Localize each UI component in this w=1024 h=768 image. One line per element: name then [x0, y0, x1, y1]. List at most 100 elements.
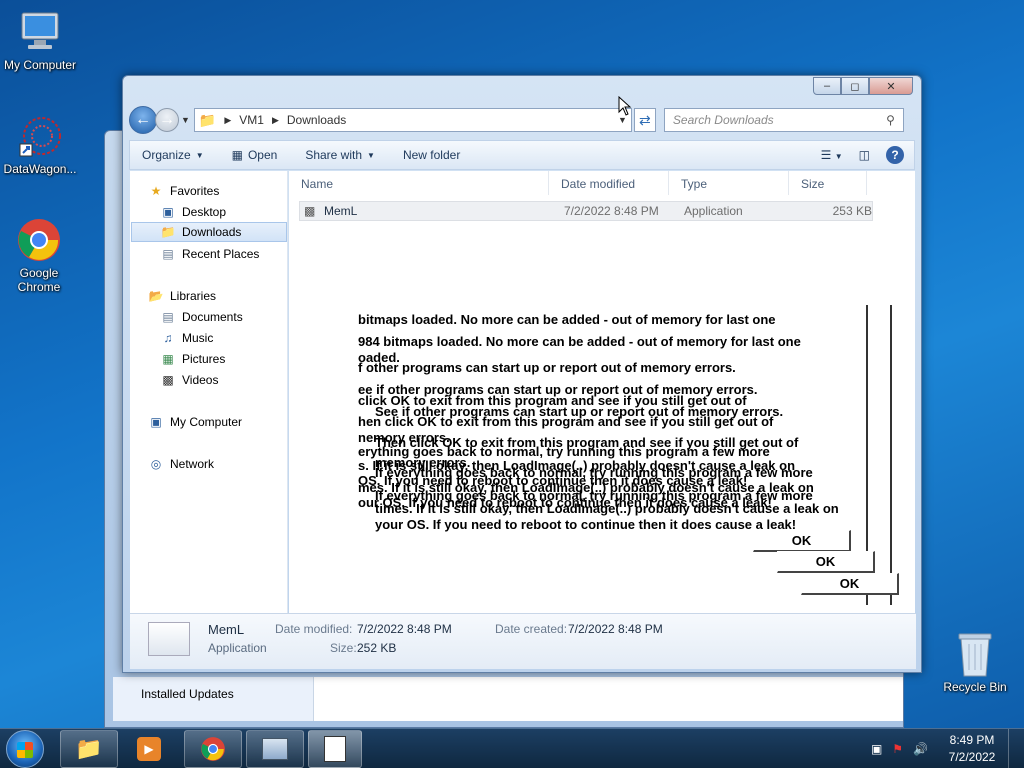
nav-network[interactable]: ◎ Network	[148, 454, 214, 474]
nav-label: Downloads	[182, 225, 242, 239]
column-size[interactable]: Size	[789, 171, 867, 195]
nav-label: Music	[182, 331, 214, 345]
nav-label: My Computer	[170, 415, 243, 429]
message-line: bitmaps loaded. No more can be added - o…	[358, 312, 776, 327]
recent-pages-dropdown[interactable]: ▼	[181, 115, 190, 125]
nav-documents[interactable]: ▤ Documents	[160, 307, 243, 327]
folder-icon: 📁	[198, 111, 217, 128]
media-player-icon: ▶	[137, 737, 161, 761]
desktop-icon-my-computer[interactable]: My Computer	[0, 8, 80, 72]
start-button[interactable]	[6, 730, 44, 768]
maximize-button[interactable]: ◻	[841, 77, 869, 95]
clock[interactable]: 8:49 PM 7/2/2022	[942, 732, 1002, 766]
change-view-button[interactable]: ☰ ▼	[821, 148, 843, 162]
network-tray-icon[interactable]: ▣	[871, 742, 882, 756]
nav-downloads[interactable]: 📁 Downloads	[131, 222, 287, 242]
close-button[interactable]: ✕	[869, 77, 913, 95]
chevron-down-icon[interactable]: ▼	[618, 115, 627, 125]
nav-label: Desktop	[182, 205, 227, 219]
address-bar[interactable]: 📁 ▶ VM1 ▶ Downloads ▼	[193, 108, 632, 132]
computer-icon: ▣	[150, 415, 162, 429]
share-with-button[interactable]: Share with ▼	[305, 148, 375, 162]
chevron-down-icon: ▼	[834, 152, 843, 161]
nav-pictures[interactable]: ▦ Pictures	[160, 349, 225, 369]
details-date-modified: 7/2/2022 8:48 PM	[357, 622, 452, 636]
nav-libraries[interactable]: 📂 Libraries	[148, 286, 217, 306]
system-tray: ▣ ⚑ 🔊 8:49 PM 7/2/2022	[871, 729, 1018, 768]
nav-label: Documents	[182, 310, 243, 324]
preview-pane-button[interactable]: ◫	[859, 148, 870, 162]
libraries-icon: 📂	[148, 289, 164, 303]
taskbar-remote-app[interactable]	[246, 730, 304, 768]
videos-icon: ▩	[162, 373, 174, 387]
column-date-modified[interactable]: Date modified	[549, 171, 669, 195]
nav-my-computer[interactable]: ▣ My Computer	[148, 412, 242, 432]
desktop-icon-label: Google Chrome	[17, 266, 61, 294]
organize-button[interactable]: Organize ▼	[142, 148, 204, 162]
message-line: 984 bitmaps loaded. No more can be added…	[358, 334, 801, 349]
help-icon: ?	[891, 148, 899, 162]
details-date-modified-label: Date modified:	[275, 622, 353, 636]
open-button[interactable]: ▦ Open	[232, 148, 278, 162]
nav-favorites[interactable]: ★ Favorites	[148, 181, 220, 201]
installed-updates-link[interactable]: Installed Updates	[141, 687, 234, 701]
details-size-label: Size:	[330, 641, 357, 655]
forward-button[interactable]: →	[155, 108, 179, 132]
nav-label: Network	[170, 457, 215, 471]
minimize-icon: –	[823, 80, 831, 92]
nav-label: Pictures	[182, 352, 226, 366]
volume-icon[interactable]: 🔊	[913, 742, 928, 756]
taskbar-chrome[interactable]	[184, 730, 242, 768]
column-type[interactable]: Type	[669, 171, 789, 195]
taskbar: 📁 ▶ ▣ ⚑ 🔊 8:49 PM 7/2/2022	[0, 728, 1024, 768]
search-input[interactable]: Search Downloads ⚲	[663, 108, 904, 132]
nav-desktop[interactable]: ▣ Desktop	[160, 202, 226, 222]
nav-recent-places[interactable]: ▤ Recent Places	[160, 244, 259, 264]
pictures-icon: ▦	[162, 352, 174, 366]
new-folder-button[interactable]: New folder	[403, 148, 460, 162]
file-size: 253 KB	[832, 204, 872, 218]
desktop-icon-google-chrome[interactable]: Google Chrome	[0, 216, 78, 294]
file-name: MemL	[324, 204, 358, 218]
show-desktop-button[interactable]	[1008, 729, 1018, 768]
details-pane: MemL Application Date modified: 7/2/2022…	[130, 613, 916, 669]
ok-button[interactable]: OK	[777, 551, 875, 573]
ok-button[interactable]: OK	[801, 573, 899, 595]
nav-label: Libraries	[170, 289, 217, 303]
view-icon: ☰	[820, 148, 832, 162]
breadcrumb-vm1[interactable]: VM1	[239, 113, 264, 127]
action-center-flag-icon[interactable]: ⚑	[892, 742, 903, 756]
help-button[interactable]: ?	[886, 146, 904, 164]
taskbar-meml[interactable]	[308, 730, 362, 768]
forward-arrow-icon: →	[159, 111, 175, 128]
file-row[interactable]: ▩ MemL 7/2/2022 8:48 PM Application 253 …	[299, 201, 873, 221]
desktop-icon-recycle-bin[interactable]: Recycle Bin	[935, 630, 1015, 694]
taskbar-media-player[interactable]: ▶	[120, 730, 178, 768]
chrome-icon	[15, 216, 63, 264]
application-icon: ▩	[304, 204, 316, 218]
nav-videos[interactable]: ▩ Videos	[160, 370, 218, 390]
back-button[interactable]: ←	[129, 106, 157, 134]
organize-label: Organize	[142, 148, 191, 162]
refresh-button[interactable]: ⇄	[633, 108, 656, 132]
file-thumbnail-icon	[148, 622, 190, 656]
desktop-icon-label: Recycle Bin	[943, 680, 1007, 694]
windows-logo-icon	[17, 742, 33, 758]
breadcrumb-downloads[interactable]: Downloads	[287, 113, 346, 127]
details-size: 252 KB	[357, 641, 397, 655]
taskbar-explorer[interactable]: 📁	[60, 730, 118, 768]
recent-places-icon: ▤	[162, 247, 174, 261]
chevron-right-icon: ▶	[224, 114, 232, 125]
nav-music[interactable]: ♫ Music	[160, 328, 214, 348]
minimize-button[interactable]: –	[813, 77, 841, 95]
desktop-icon-datawagon[interactable]: DataWagon...	[0, 112, 80, 176]
chevron-down-icon: ▼	[195, 150, 204, 160]
chevron-down-icon: ▼	[367, 150, 375, 160]
column-name[interactable]: Name	[289, 171, 549, 195]
nav-label: Favorites	[170, 184, 220, 198]
ok-button[interactable]: OK	[753, 530, 851, 552]
desktop-icon-label: My Computer	[3, 58, 77, 72]
remote-desktop-icon	[262, 738, 288, 760]
search-placeholder: Search Downloads	[672, 113, 774, 127]
message-line: f other programs can start up or report …	[358, 360, 736, 375]
